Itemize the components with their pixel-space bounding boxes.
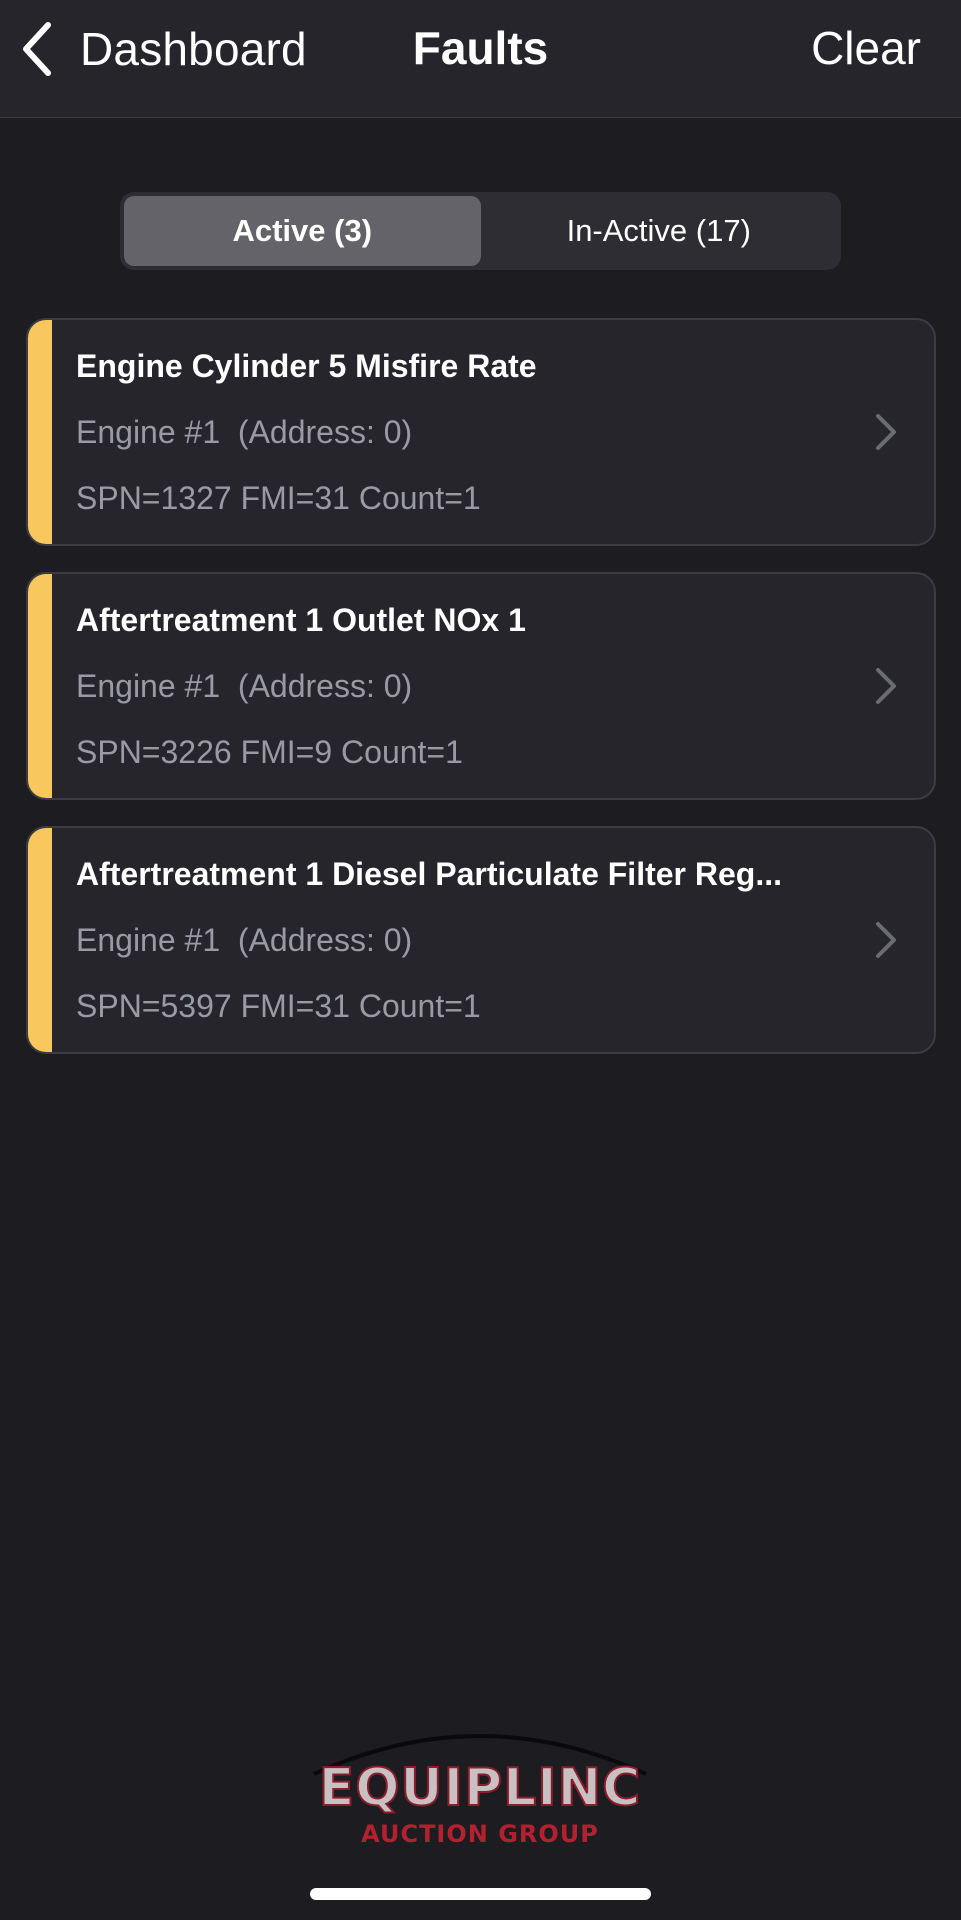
fault-source: Engine #1 (Address: 0)	[76, 922, 413, 958]
navigation-bar: Dashboard Faults Clear	[0, 0, 961, 118]
fault-source: Engine #1 (Address: 0)	[76, 414, 413, 450]
fault-title: Engine Cylinder 5 Misfire Rate	[76, 348, 537, 384]
chevron-right-icon	[876, 414, 896, 450]
chevron-right-icon	[876, 668, 896, 704]
clear-button[interactable]: Clear	[811, 20, 921, 76]
chevron-right-icon	[876, 922, 896, 958]
home-indicator[interactable]	[310, 1888, 651, 1900]
tab-inactive[interactable]: In-Active (17)	[481, 196, 838, 266]
severity-indicator	[28, 828, 52, 1052]
fault-title: Aftertreatment 1 Outlet NOx 1	[76, 602, 526, 638]
fault-source: Engine #1 (Address: 0)	[76, 668, 413, 704]
fault-status-segmented-control: Active (3) In-Active (17)	[120, 192, 841, 270]
fault-row[interactable]: Aftertreatment 1 Diesel Particulate Filt…	[26, 826, 936, 1054]
fault-row[interactable]: Aftertreatment 1 Outlet NOx 1 Engine #1 …	[26, 572, 936, 800]
fault-row[interactable]: Engine Cylinder 5 Misfire Rate Engine #1…	[26, 318, 936, 546]
severity-indicator	[28, 320, 52, 544]
logo-wordmark: EQUIPLINC	[318, 1757, 642, 1819]
company-logo: EQUIPLINC AUCTION GROUP	[310, 1718, 650, 1848]
fault-codes: SPN=1327 FMI=31 Count=1	[76, 480, 481, 516]
fault-codes: SPN=5397 FMI=31 Count=1	[76, 988, 481, 1024]
fault-list: Engine Cylinder 5 Misfire Rate Engine #1…	[26, 318, 936, 1080]
logo-tagline: AUCTION GROUP	[361, 1820, 599, 1848]
severity-indicator	[28, 574, 52, 798]
fault-codes: SPN=3226 FMI=9 Count=1	[76, 734, 463, 770]
tab-active[interactable]: Active (3)	[124, 196, 481, 266]
fault-title: Aftertreatment 1 Diesel Particulate Filt…	[76, 856, 782, 892]
